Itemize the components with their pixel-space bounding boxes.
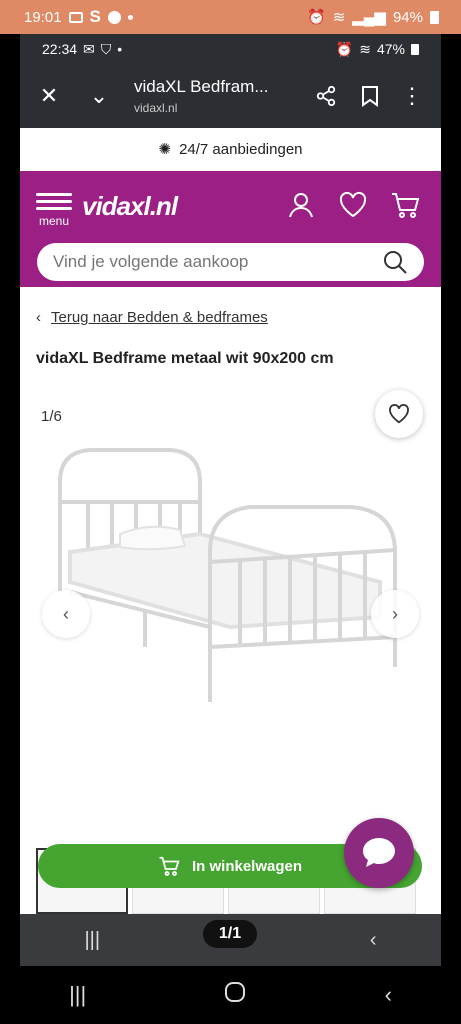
add-to-cart-label: In winkelwagen (191, 857, 303, 875)
account-icon[interactable] (285, 189, 317, 221)
app-notification-icon (107, 10, 121, 24)
outer-status-bar: 19:01 S ⏰ ≋ ▂▄▆ 94% (0, 0, 461, 34)
recent-apps-icon[interactable]: ||| (69, 982, 86, 1008)
tab-title: vidaXL Bedfram... (134, 77, 269, 96)
mail-icon: ✉ (83, 40, 95, 57)
chevron-left-icon: ‹ (36, 309, 41, 326)
site-logo[interactable]: vidaxl.nl (82, 191, 178, 222)
more-notifications-icon: • (117, 41, 123, 57)
promo-banner[interactable]: ✺ 24/7 aanbiedingen (20, 128, 441, 170)
breadcrumb: ‹ Terug naar Bedden & bedframes (36, 309, 441, 326)
battery-icon (430, 10, 439, 24)
more-notifications-icon (127, 14, 133, 20)
outer-clock: 19:01 (24, 8, 62, 26)
site-header: menu vidaxl.nl (20, 171, 441, 287)
signal-icon: ▂▄▆ (352, 9, 386, 26)
page-title-block[interactable]: vidaXL Bedfram... vidaxl.nl (134, 77, 309, 115)
s-notification-icon: S (89, 7, 101, 26)
product-title: vidaXL Bedframe metaal wit 90x200 cm (36, 350, 334, 367)
gallery-prev-button[interactable]: ‹ (42, 590, 90, 638)
alarm-icon: ⏰ (335, 40, 354, 57)
gallery-next-button[interactable]: › (371, 590, 419, 638)
promo-text: 24/7 aanbiedingen (179, 140, 303, 158)
back-icon[interactable]: ‹ (370, 929, 377, 952)
product-image[interactable] (50, 442, 410, 712)
alarm-icon: ⏰ (307, 9, 326, 26)
wifi-icon: ≋ (359, 40, 371, 57)
chat-bubble-icon (363, 838, 395, 867)
fireworks-icon: ✺ (158, 141, 172, 158)
search-input[interactable] (53, 252, 382, 272)
outer-battery-level: 94% (392, 8, 423, 26)
inner-status-bar: 22:34 ✉ ⛉ • ⏰ ≋ 47% (20, 34, 441, 64)
close-icon[interactable]: ✕ (32, 76, 66, 116)
battery-icon (411, 43, 419, 55)
system-navigation-bar: ||| ‹ (0, 966, 461, 1024)
screenshot-pager: 1/1 (203, 920, 257, 948)
share-icon[interactable] (309, 76, 343, 116)
product-gallery: 1/6 ‹ › (20, 382, 441, 812)
chevron-left-icon: ‹ (63, 603, 69, 624)
menu-button[interactable]: menu (34, 189, 74, 228)
wifi-icon: ≋ (332, 9, 346, 26)
chevron-right-icon: › (392, 603, 398, 624)
menu-label: menu (38, 214, 70, 228)
inner-battery-level: 47% (376, 41, 405, 57)
search-icon[interactable] (382, 249, 408, 275)
image-counter: 1/6 (41, 408, 62, 425)
back-icon[interactable]: ‹ (385, 982, 392, 1008)
wishlist-icon[interactable] (337, 189, 369, 221)
cart-icon[interactable] (389, 189, 421, 221)
more-menu-icon[interactable]: ⋮ (395, 76, 429, 116)
inner-clock: 22:34 (42, 41, 78, 57)
heart-icon (389, 404, 409, 424)
tab-url: vidaxl.nl (134, 101, 178, 115)
chevron-down-icon[interactable]: ⌄ (82, 76, 116, 116)
recent-apps-icon[interactable]: ||| (84, 929, 100, 952)
back-link[interactable]: Terug naar Bedden & bedframes (51, 309, 268, 326)
chat-button[interactable] (344, 818, 414, 888)
wishlist-button[interactable] (375, 390, 423, 438)
bookmark-icon[interactable] (353, 76, 387, 116)
browser-toolbar: ✕ ⌄ vidaXL Bedfram... vidaxl.nl ⋮ (20, 64, 441, 128)
shield-icon: ⛉ (100, 40, 112, 57)
home-icon[interactable] (224, 981, 246, 1009)
cart-icon (159, 856, 180, 876)
gallery-notification-icon (68, 11, 83, 23)
search-bar (37, 243, 424, 281)
inner-screenshot: 22:34 ✉ ⛉ • ⏰ ≋ 47% ✕ ⌄ vidaXL Bedfram..… (20, 34, 441, 966)
